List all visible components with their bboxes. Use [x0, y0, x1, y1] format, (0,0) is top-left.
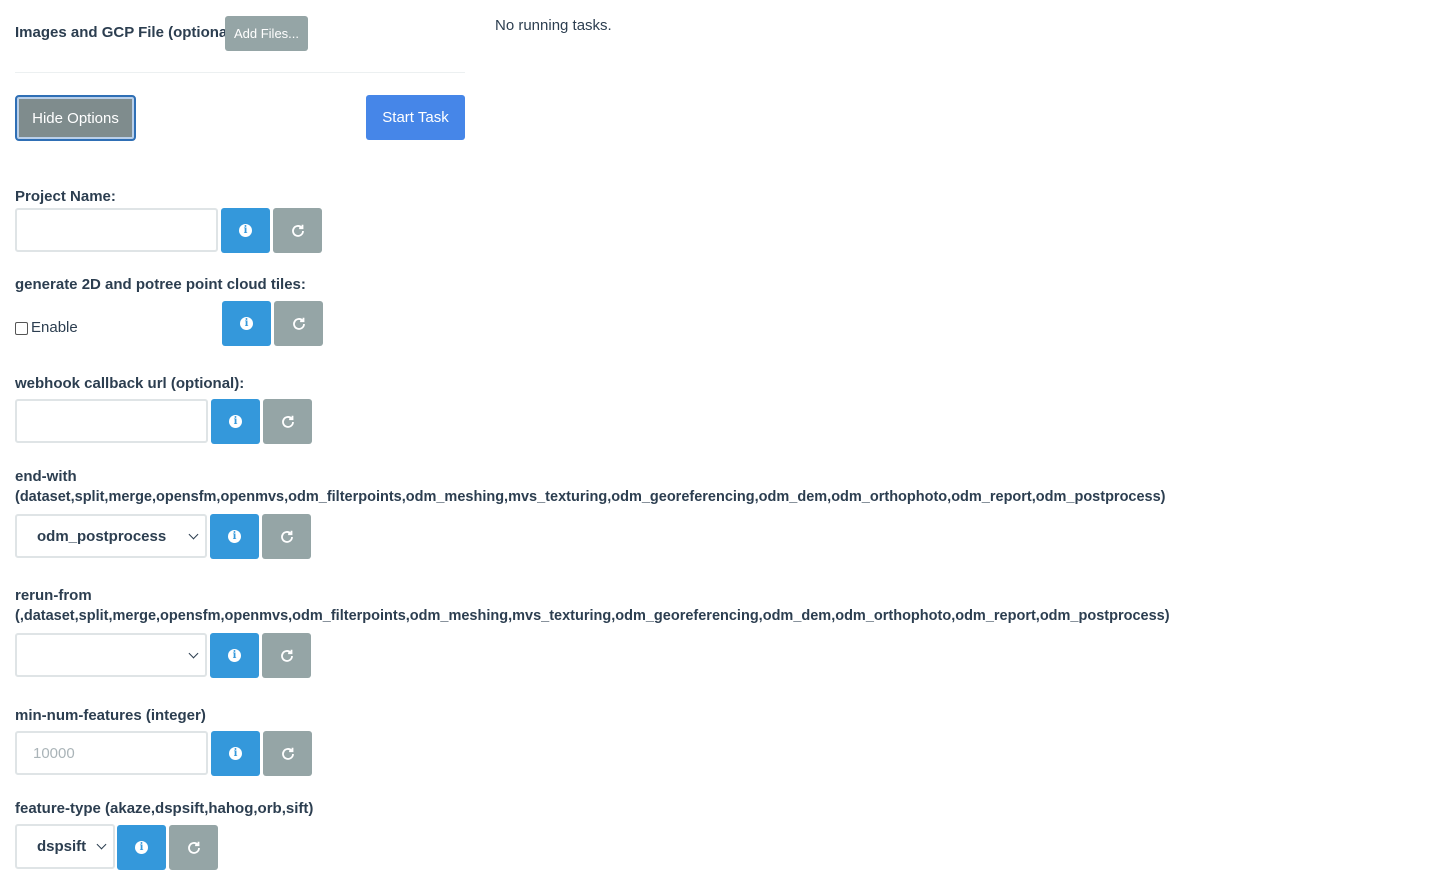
feature-type-select[interactable]: dspsift: [15, 824, 115, 869]
project-name-reset-button[interactable]: [273, 208, 322, 253]
project-name-label: Project Name:: [15, 188, 116, 205]
info-circle-icon: i: [229, 415, 242, 428]
project-name-input[interactable]: [15, 208, 218, 252]
chevron-down-icon: [188, 529, 199, 539]
info-circle-icon: i: [240, 317, 253, 330]
refresh-icon: [187, 841, 200, 854]
refresh-icon: [292, 317, 305, 330]
end-with-select[interactable]: odm_postprocess: [15, 514, 207, 558]
refresh-icon: [280, 649, 293, 662]
webhook-reset-button[interactable]: [263, 399, 312, 444]
info-circle-icon: i: [239, 224, 252, 237]
tiles-checkbox[interactable]: [15, 322, 28, 335]
tiles-info-button[interactable]: i: [222, 301, 271, 346]
webhook-info-button[interactable]: i: [211, 399, 260, 444]
project-name-info-button[interactable]: i: [221, 208, 270, 253]
end-with-info-button[interactable]: i: [210, 514, 259, 559]
feature-type-selected: dspsift: [37, 838, 87, 855]
webhook-input[interactable]: [15, 399, 208, 443]
min-num-features-input[interactable]: 10000: [15, 731, 208, 775]
rerun-from-label: rerun-from: [15, 587, 92, 604]
info-circle-icon: i: [228, 530, 241, 543]
refresh-icon: [280, 530, 293, 543]
upload-label: Images and GCP File (optional):: [15, 24, 242, 41]
feature-type-reset-button[interactable]: [169, 825, 218, 870]
min-num-features-label: min-num-features (integer): [15, 707, 206, 724]
start-task-button[interactable]: Start Task: [366, 95, 465, 140]
feature-type-label: feature-type (akaze,dspsift,hahog,orb,si…: [15, 800, 314, 817]
add-files-button[interactable]: Add Files...: [225, 16, 308, 51]
feature-type-info-button[interactable]: i: [117, 825, 166, 870]
tiles-label: generate 2D and potree point cloud tiles…: [15, 276, 306, 293]
min-num-features-info-button[interactable]: i: [211, 731, 260, 776]
tiles-checkbox-label: Enable: [31, 319, 78, 336]
end-with-reset-button[interactable]: [262, 514, 311, 559]
refresh-icon: [281, 747, 294, 760]
rerun-from-info-button[interactable]: i: [210, 633, 259, 678]
end-with-selected: odm_postprocess: [37, 527, 167, 545]
rerun-from-reset-button[interactable]: [262, 633, 311, 678]
divider: [15, 72, 465, 73]
tiles-reset-button[interactable]: [274, 301, 323, 346]
chevron-down-icon: [96, 839, 107, 850]
end-with-label: end-with: [15, 468, 77, 485]
info-circle-icon: i: [229, 747, 242, 760]
rerun-from-select[interactable]: [15, 633, 207, 677]
end-with-options-label: (dataset,split,merge,opensfm,openmvs,odm…: [15, 489, 1166, 505]
rerun-from-options-label: (,dataset,split,merge,opensfm,openmvs,od…: [15, 608, 1170, 624]
task-status: No running tasks.: [495, 17, 612, 34]
hide-options-button[interactable]: Hide Options: [15, 95, 136, 141]
info-circle-icon: i: [228, 649, 241, 662]
chevron-down-icon: [188, 648, 199, 658]
refresh-icon: [281, 415, 294, 428]
min-num-features-reset-button[interactable]: [263, 731, 312, 776]
webhook-label: webhook callback url (optional):: [15, 375, 245, 392]
info-circle-icon: i: [135, 841, 148, 854]
refresh-icon: [291, 224, 304, 237]
